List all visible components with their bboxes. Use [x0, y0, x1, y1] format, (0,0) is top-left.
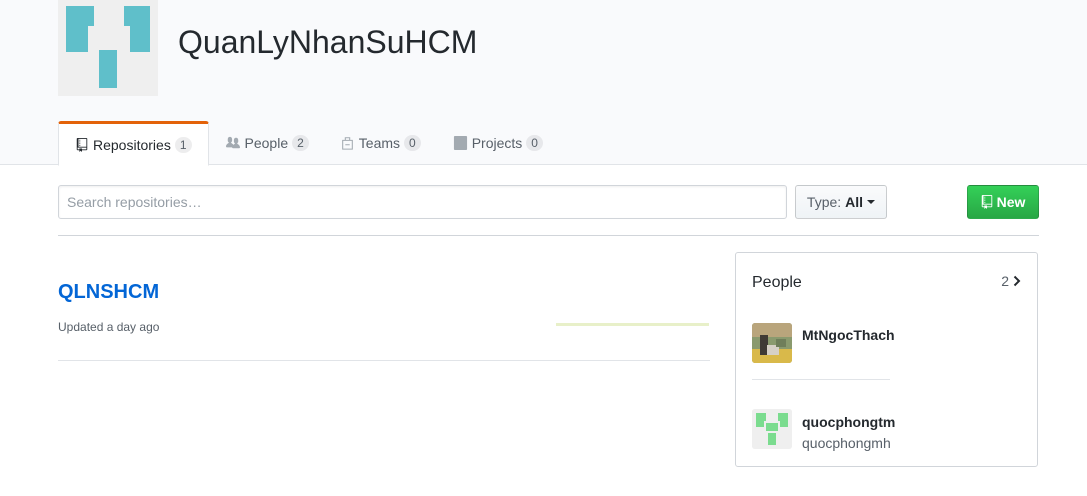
member-login: quocphongtm [802, 414, 896, 430]
people-sidebar-box: People 2 MtNgocThach quocphongtm quocpho… [735, 252, 1038, 467]
tab-label: People [244, 135, 289, 151]
people-box-title: People [752, 274, 802, 291]
new-repository-button[interactable]: New [967, 185, 1039, 219]
type-filter-label: Type: [806, 194, 842, 210]
org-header: QuanLyNhanSuHCM Repositories 1 People 2 … [0, 0, 1087, 166]
org-avatar [58, 0, 158, 96]
org-name: QuanLyNhanSuHCM [178, 24, 478, 60]
new-button-label: New [996, 194, 1026, 210]
tab-counter: 0 [526, 135, 543, 151]
member-item[interactable]: MtNgocThach [752, 323, 1012, 365]
chevron-right-icon [1013, 275, 1021, 287]
tab-label: Repositories [93, 136, 171, 153]
member-item[interactable]: quocphongtm quocphongmh [752, 409, 1012, 451]
repo-link[interactable]: QLNSHCM [58, 281, 159, 304]
tab-people[interactable]: People 2 [209, 121, 325, 165]
people-count: 2 [1001, 273, 1009, 289]
caret-down-icon [867, 200, 876, 204]
avatar [752, 323, 792, 363]
tab-teams[interactable]: Teams 0 [325, 121, 437, 165]
type-filter-button[interactable]: Type: All [795, 185, 887, 219]
repo-icon [981, 195, 993, 209]
repo-icon [75, 137, 89, 152]
teams-icon [341, 136, 355, 150]
member-login: MtNgocThach [802, 327, 895, 343]
project-icon [453, 136, 468, 150]
repo-divider [58, 360, 710, 361]
org-tabs: Repositories 1 People 2 Teams 0 Projects… [58, 121, 559, 166]
member-divider [752, 379, 890, 380]
tab-label: Projects [471, 135, 523, 151]
tab-counter: 0 [404, 135, 421, 151]
type-filter-value: All [845, 194, 864, 210]
toolbar-divider [58, 235, 1039, 236]
people-icon [225, 136, 241, 150]
people-count-link[interactable]: 2 [1001, 273, 1021, 289]
avatar [752, 409, 792, 449]
tab-counter: 2 [292, 135, 309, 151]
search-repositories-input[interactable] [58, 185, 787, 219]
tab-counter: 1 [174, 136, 192, 153]
tab-label: Teams [358, 135, 401, 151]
repo-activity-graph [556, 323, 709, 326]
tab-projects[interactable]: Projects 0 [437, 121, 559, 165]
member-full-name: quocphongmh [802, 435, 891, 451]
tab-repositories[interactable]: Repositories 1 [58, 121, 209, 166]
repo-updated-text: Updated a day ago [58, 320, 160, 334]
